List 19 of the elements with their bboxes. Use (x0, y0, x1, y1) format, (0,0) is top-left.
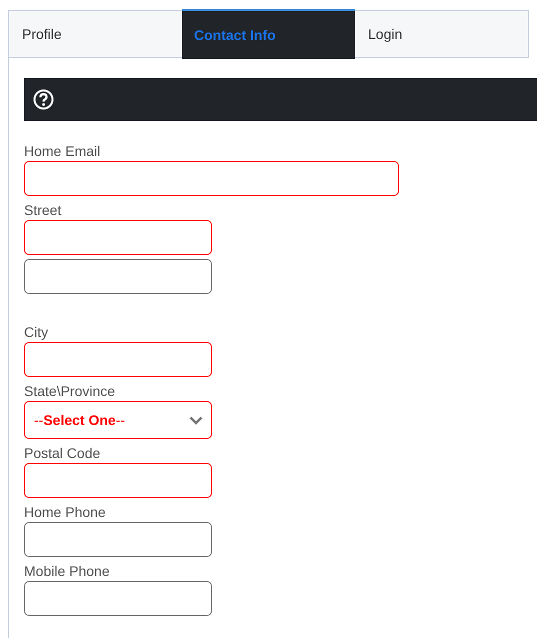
input-field[interactable] (24, 259, 212, 294)
field-label: Mobile Phone (24, 563, 111, 581)
help-icon[interactable] (33, 89, 54, 110)
input-field[interactable] (24, 161, 399, 196)
state-dropdown[interactable]: --Select One-- (24, 401, 212, 439)
field-label: Home Email (24, 143, 102, 161)
tab[interactable]: Login (355, 11, 528, 57)
input-field[interactable] (24, 342, 212, 377)
input-field[interactable] (24, 220, 212, 255)
field-label: Postal Code (24, 445, 102, 463)
field-label: City (24, 324, 50, 342)
field-label: Home Phone (24, 504, 107, 522)
field-label: State\Province (24, 383, 116, 401)
chevron-down-icon (189, 416, 203, 424)
input-field[interactable] (24, 463, 212, 498)
input-field[interactable] (24, 522, 212, 557)
input-field[interactable] (24, 581, 212, 616)
tab[interactable]: Profile (9, 11, 182, 57)
field-label: Street (24, 202, 62, 220)
